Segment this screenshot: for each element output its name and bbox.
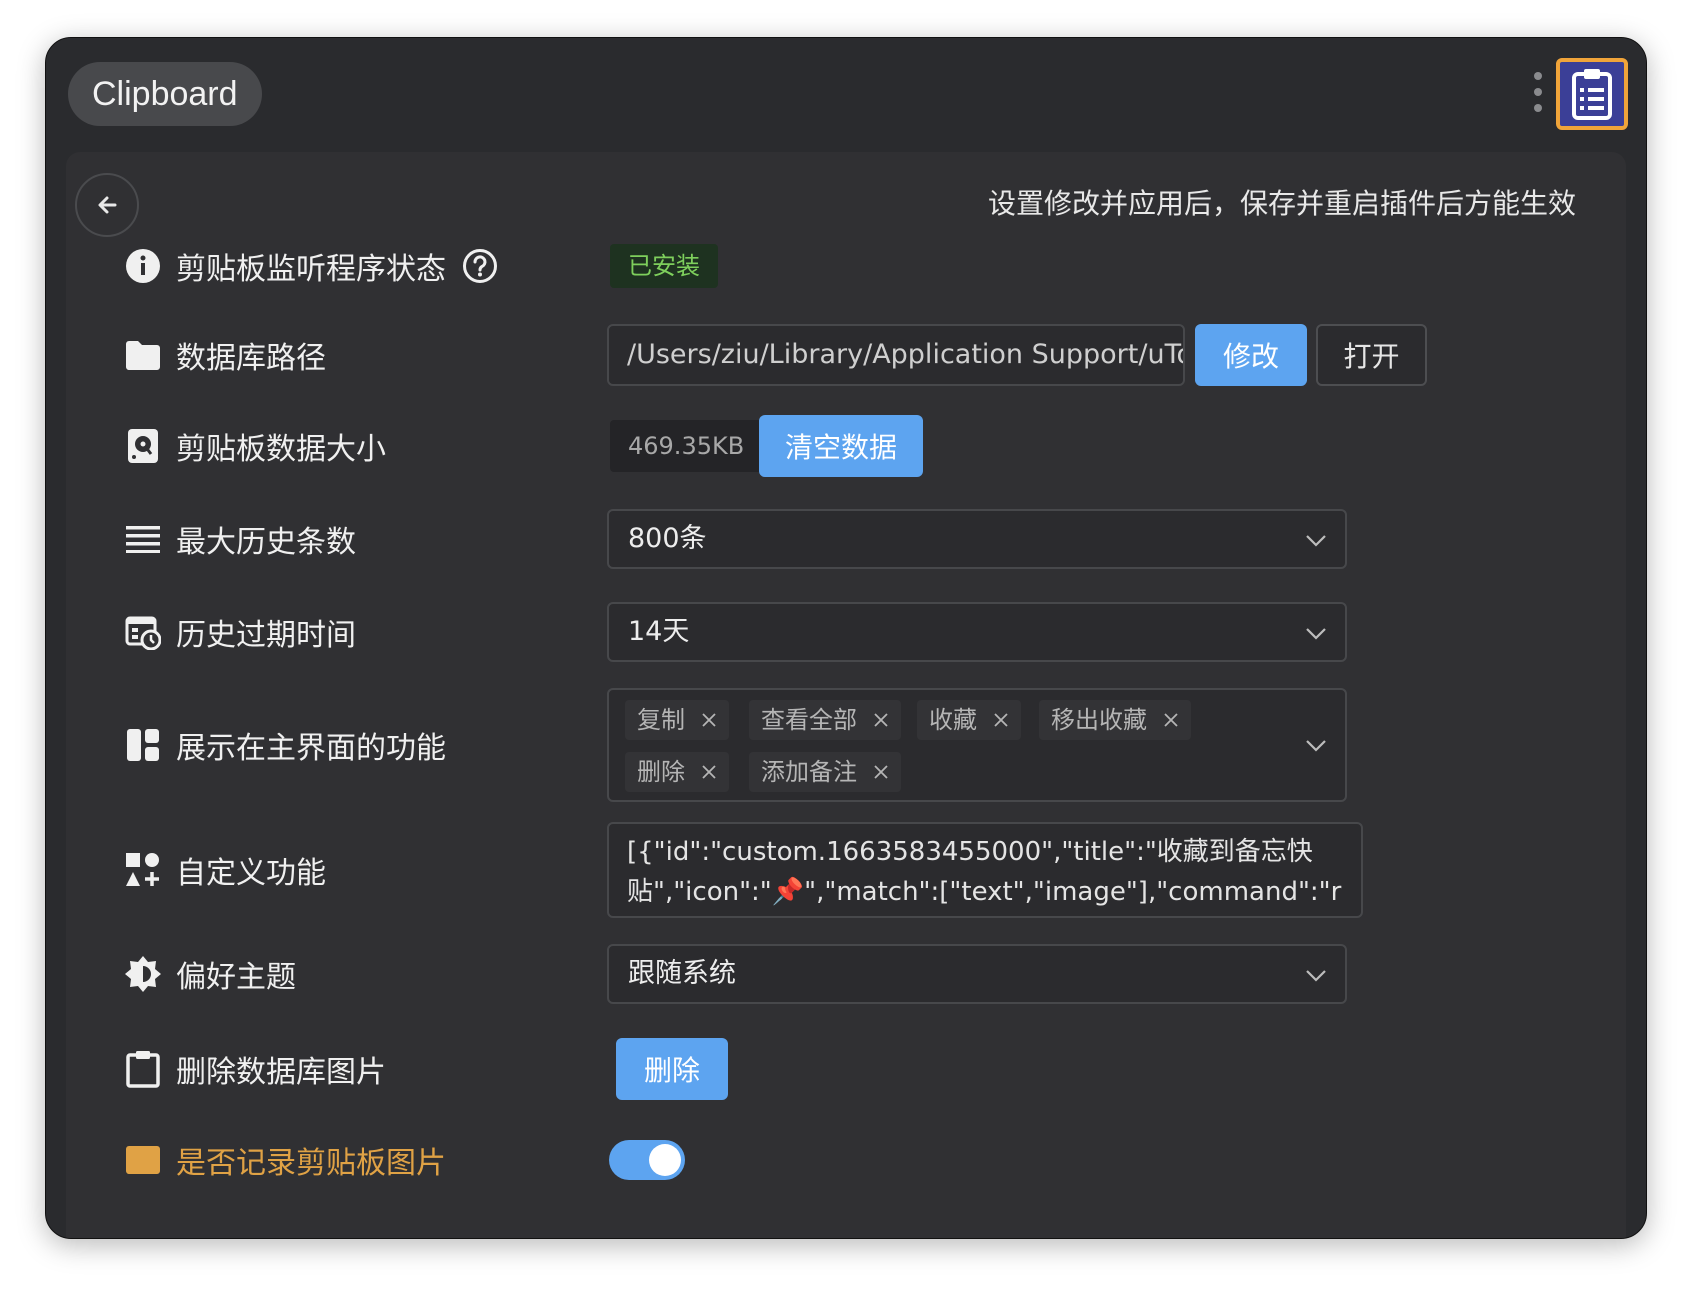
back-button[interactable] [75, 173, 139, 237]
info-circle-icon [124, 247, 162, 285]
custom-feature-textarea[interactable]: [{"id":"custom.1663583455000","title":"收… [607, 822, 1363, 918]
row-label-features: 展示在主界面的功能 [176, 731, 446, 766]
row-label-custom: 自定义功能 [176, 856, 326, 891]
close-icon[interactable] [701, 712, 717, 728]
title-bar: Clipboard [46, 38, 1646, 152]
row-features: 展示在主界面的功能 复制 查看全部 收藏 移出收藏 删除 添加备注 [66, 688, 1626, 802]
row-label-max-history: 最大历史条数 [176, 525, 356, 560]
toggle-knob [649, 1144, 681, 1176]
question-circle-icon[interactable] [462, 248, 498, 284]
close-icon[interactable] [993, 712, 1009, 728]
list-icon [124, 520, 162, 558]
image-icon [124, 1141, 162, 1179]
app-window: Clipboard 设置修改并应用后，保存并重启插件后方能生效 剪贴板监听程序状… [45, 37, 1647, 1239]
expire-select[interactable]: 14天 [607, 602, 1347, 662]
row-label-record-images: 是否记录剪贴板图片 [176, 1146, 446, 1181]
row-label-db-path: 数据库路径 [176, 341, 326, 376]
close-icon[interactable] [873, 712, 889, 728]
clear-data-button[interactable]: 清空数据 [759, 415, 923, 477]
chip-unfavorite: 移出收藏 [1039, 700, 1191, 740]
chevron-down-icon [1306, 970, 1326, 982]
row-data-size: 剪贴板数据大小 469.35KB 清空数据 [66, 414, 1626, 478]
chevron-down-icon [1306, 628, 1326, 640]
record-images-toggle[interactable] [609, 1140, 685, 1180]
row-label-listener: 剪贴板监听程序状态 [176, 252, 446, 287]
clipboard-outline-icon [124, 1050, 162, 1088]
more-options-icon[interactable] [1532, 72, 1544, 116]
brightness-icon [124, 955, 162, 993]
chip-view-all: 查看全部 [749, 700, 901, 740]
theme-select[interactable]: 跟随系统 [607, 944, 1347, 1004]
row-label-delete-images: 删除数据库图片 [176, 1055, 386, 1090]
modify-button[interactable]: 修改 [1195, 324, 1307, 386]
row-label-theme: 偏好主题 [176, 960, 296, 995]
status-badge: 已安装 [610, 244, 718, 288]
delete-images-button[interactable]: 删除 [616, 1038, 728, 1100]
row-listener-status: 剪贴板监听程序状态 已安装 [66, 238, 1626, 294]
max-history-value: 800条 [628, 523, 707, 554]
disk-icon [124, 427, 162, 465]
theme-value: 跟随系统 [628, 958, 736, 989]
settings-panel: 设置修改并应用后，保存并重启插件后方能生效 剪贴板监听程序状态 已安装 数据库路… [66, 152, 1626, 1238]
close-icon[interactable] [701, 764, 717, 780]
row-record-images: 是否记录剪贴板图片 [66, 1130, 1626, 1190]
row-label-data-size: 剪贴板数据大小 [176, 432, 386, 467]
chip-add-note: 添加备注 [749, 752, 901, 792]
row-custom: 自定义功能 [{"id":"custom.1663583455000","tit… [66, 822, 1626, 918]
chevron-down-icon [1306, 535, 1326, 547]
features-multiselect[interactable]: 复制 查看全部 收藏 移出收藏 删除 添加备注 [607, 688, 1347, 802]
close-icon[interactable] [873, 764, 889, 780]
shapes-icon [124, 851, 162, 889]
close-icon[interactable] [1163, 712, 1179, 728]
row-expire: 历史过期时间 14天 [66, 602, 1626, 662]
layout-icon [124, 726, 162, 764]
window-title: Clipboard [68, 62, 262, 126]
row-label-expire: 历史过期时间 [176, 618, 356, 653]
row-max-history: 最大历史条数 800条 [66, 509, 1626, 569]
row-theme: 偏好主题 跟随系统 [66, 944, 1626, 1004]
chip-favorite: 收藏 [917, 700, 1021, 740]
chip-copy: 复制 [625, 700, 729, 740]
chevron-down-icon [1306, 740, 1326, 752]
arrow-left-icon [98, 196, 117, 214]
expire-value: 14天 [628, 616, 690, 647]
open-button[interactable]: 打开 [1316, 324, 1427, 386]
chip-delete: 删除 [625, 752, 729, 792]
calendar-clock-icon [124, 613, 162, 651]
row-db-path: 数据库路径 /Users/ziu/Library/Application Sup… [66, 323, 1626, 387]
max-history-select[interactable]: 800条 [607, 509, 1347, 569]
data-size-value: 469.35KB [610, 420, 763, 472]
db-path-input[interactable]: /Users/ziu/Library/Application Support/u… [607, 324, 1185, 386]
row-delete-images: 删除数据库图片 删除 [66, 1037, 1626, 1101]
clipboard-logo-icon[interactable] [1556, 58, 1628, 130]
folder-icon [124, 336, 162, 374]
restart-notice: 设置修改并应用后，保存并重启插件后方能生效 [987, 187, 1576, 220]
